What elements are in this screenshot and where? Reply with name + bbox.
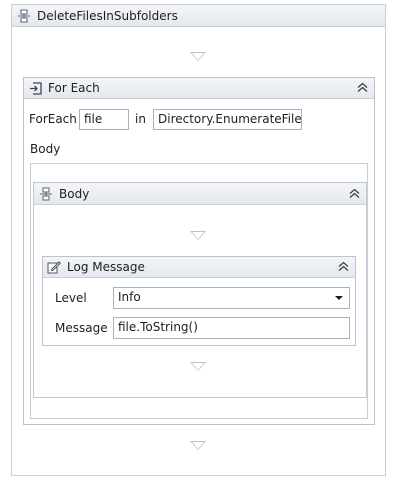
workflow-header[interactable]: DeleteFilesInSubfolders — [12, 5, 385, 27]
in-label: in — [135, 112, 146, 126]
collapse-chevron-icon[interactable] — [349, 188, 360, 199]
body-sequence-title: Body — [59, 186, 90, 201]
foreach-title: For Each — [48, 81, 100, 95]
level-select[interactable]: Info — [113, 287, 350, 309]
foreach-icon — [29, 81, 42, 95]
sequence-icon — [17, 9, 31, 23]
drop-target-arrow-icon[interactable] — [190, 231, 206, 240]
body-sequence-header[interactable]: Body — [34, 183, 366, 205]
level-value: Info — [118, 290, 141, 304]
level-label: Level — [55, 291, 87, 305]
collapse-chevron-icon[interactable] — [357, 82, 368, 94]
foreach-header[interactable]: For Each — [24, 78, 374, 99]
message-field[interactable]: file.ToString() — [113, 317, 350, 339]
drop-target-arrow-icon[interactable] — [190, 441, 206, 450]
collapse-chevron-icon[interactable] — [338, 261, 349, 273]
log-message-activity[interactable]: Log Message Level Info Message file.ToSt… — [42, 256, 356, 346]
log-message-title: Log Message — [67, 260, 145, 274]
drop-target-arrow-icon[interactable] — [190, 362, 206, 371]
sequence-icon — [39, 187, 53, 201]
foreach-item-field[interactable]: file — [79, 109, 129, 130]
log-message-header[interactable]: Log Message — [43, 257, 355, 278]
message-label: Message — [55, 321, 108, 335]
dropdown-arrow-icon[interactable] — [335, 296, 343, 300]
workflow-title: DeleteFilesInSubfolders — [37, 8, 178, 23]
body-label: Body — [30, 142, 61, 156]
foreach-label: ForEach — [29, 112, 77, 126]
foreach-collection-field[interactable]: Directory.EnumerateFiles(r — [153, 109, 302, 130]
drop-target-arrow-icon[interactable] — [190, 52, 206, 61]
log-message-icon — [47, 260, 61, 274]
